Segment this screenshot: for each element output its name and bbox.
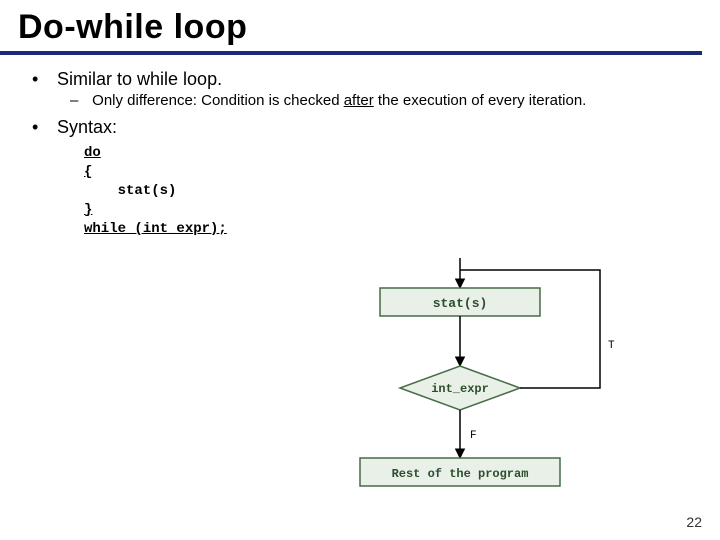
sub-bullet-diff-pre: Only difference: Condition is checked (92, 92, 344, 109)
slide-content: Similar to while loop. Only difference: … (0, 55, 720, 238)
code-block: do { stat(s) } while (int_expr); (84, 144, 692, 238)
bullet-similar-text: Similar to while loop. (57, 69, 222, 89)
label-true: T (608, 340, 615, 352)
code-brace-close: } (84, 202, 92, 218)
bullet-syntax: Syntax: (28, 115, 692, 140)
bullet-syntax-text: Syntax: (57, 117, 117, 137)
flowchart: stat(s) int_expr T F Rest of the program (320, 258, 680, 506)
code-while: while (84, 221, 126, 237)
code-brace-open: { (84, 164, 92, 180)
page-title: Do-while loop (0, 0, 720, 51)
sub-bullet-diff-tail: the execution of every iteration. (374, 92, 587, 109)
code-stat: stat(s) (84, 183, 176, 199)
bullet-similar: Similar to while loop. Only difference: … (28, 67, 692, 115)
page-number: 22 (686, 514, 702, 530)
sub-bullet-diff: Only difference: Condition is checked af… (70, 92, 692, 109)
sub-bullet-diff-u: after (344, 92, 374, 109)
label-false: F (470, 430, 477, 442)
code-do: do (84, 145, 101, 161)
node-stat-label: stat(s) (433, 296, 488, 311)
node-rest-label: Rest of the program (392, 467, 529, 481)
node-cond-label: int_expr (431, 382, 489, 396)
code-while-expr: (int_expr); (126, 221, 227, 237)
